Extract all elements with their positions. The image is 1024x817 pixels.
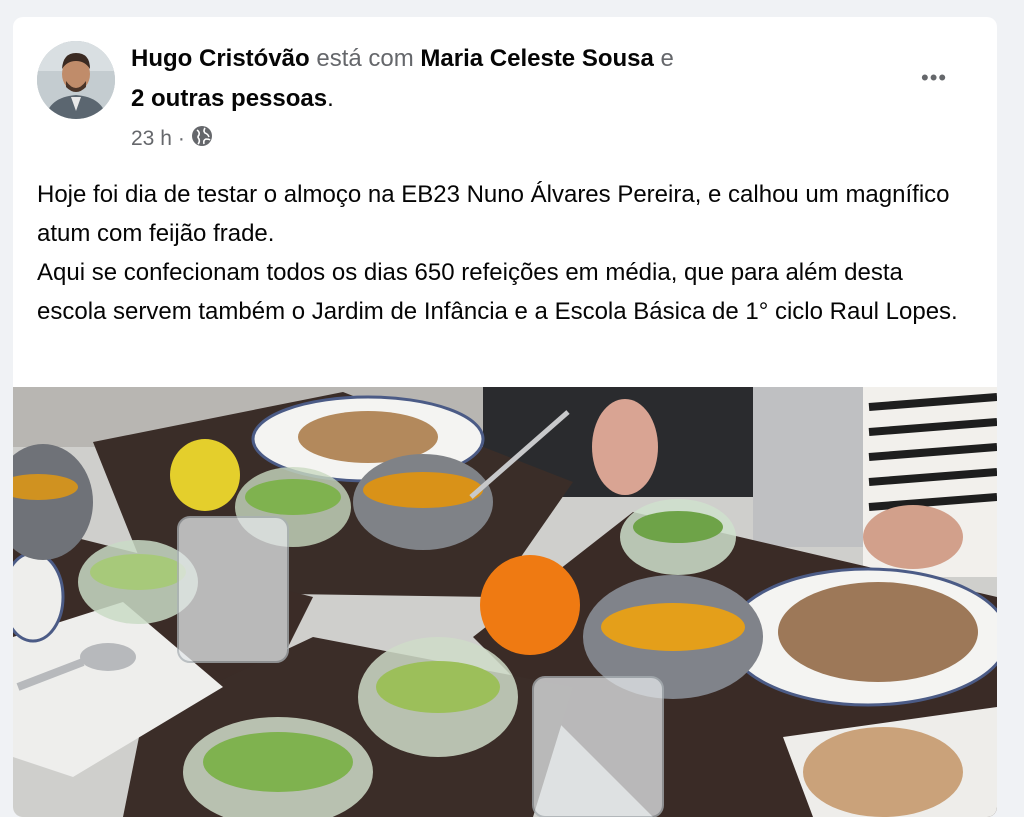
tagged-person[interactable]: Maria Celeste Sousa	[420, 45, 653, 72]
post-photo[interactable]	[13, 387, 997, 817]
post-header-line-1: Hugo Cristóvão está com Maria Celeste So…	[131, 45, 674, 73]
post-paragraph-1: Hoje foi dia de testar o almoço na EB23 …	[37, 181, 950, 247]
globe-icon	[191, 125, 213, 153]
author-name[interactable]: Hugo Cristóvão	[131, 45, 310, 72]
post-meta: 23 h ·	[131, 125, 213, 153]
period-text: .	[327, 85, 334, 112]
and-text: e	[660, 45, 674, 72]
with-text: está com	[316, 45, 414, 72]
post-header-line-2: 2 outras pessoas.	[131, 85, 334, 113]
lunch-photo-illustration	[13, 387, 997, 817]
post-paragraph-2: Aqui se confecionam todos os dias 650 re…	[37, 259, 958, 325]
others-link[interactable]: 2 outras pessoas	[131, 85, 327, 112]
more-options-icon[interactable]: •••	[921, 67, 947, 89]
post-card: Hugo Cristóvão está com Maria Celeste So…	[13, 17, 997, 817]
avatar-image	[37, 41, 115, 119]
post-time[interactable]: 23 h	[131, 127, 172, 151]
meta-separator: ·	[177, 127, 185, 150]
post-text: Hoje foi dia de testar o almoço na EB23 …	[37, 175, 977, 331]
avatar[interactable]	[37, 41, 115, 119]
